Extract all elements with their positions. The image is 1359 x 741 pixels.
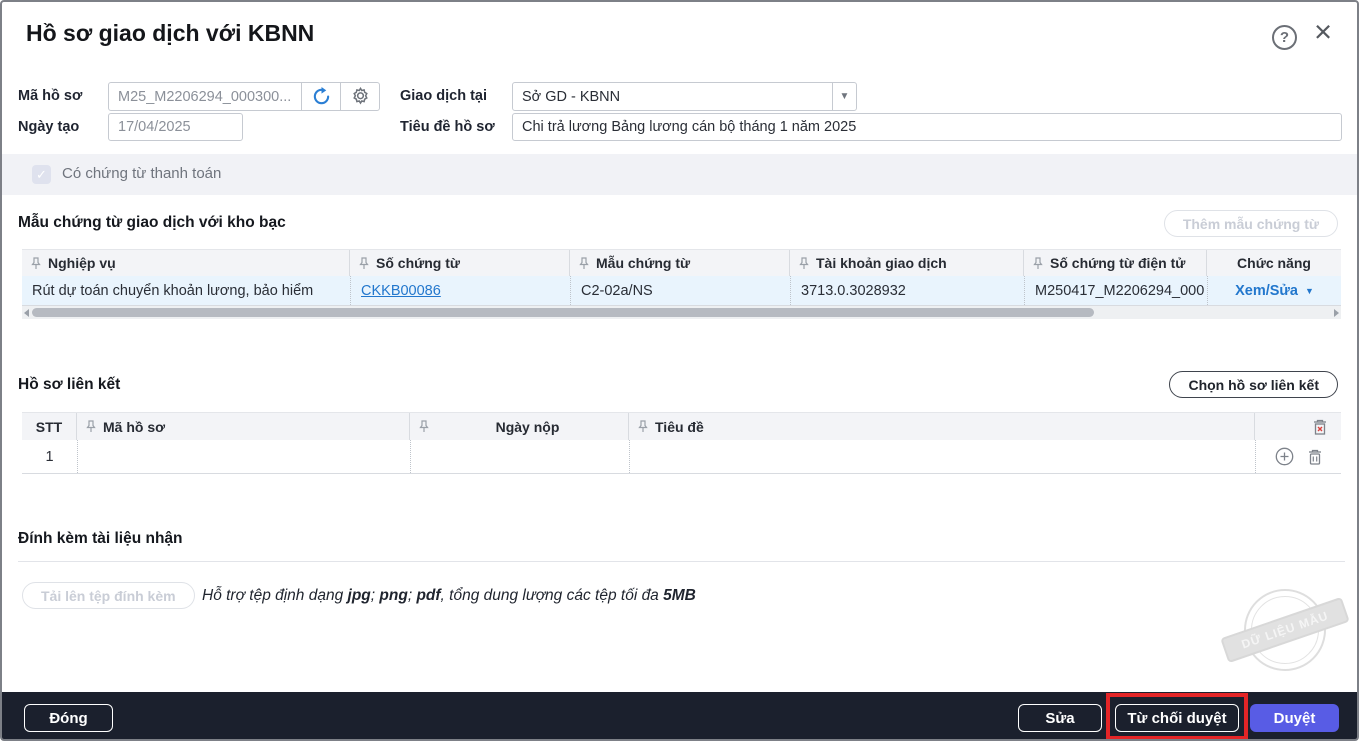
view-edit-menu[interactable]: Xem/Sửa ▼	[1235, 283, 1314, 299]
scroll-right-icon[interactable]	[1334, 309, 1339, 317]
ma-ho-so-field-group: M25_M2206294_000300...	[108, 82, 380, 111]
voucher-section-title: Mẫu chứng từ giao dịch với kho bạc	[18, 214, 286, 232]
ma-ho-so-label: Mã hồ sơ	[18, 88, 82, 104]
close-button[interactable]: Đóng	[24, 704, 113, 732]
linked-table: STT Mã hồ sơ Ngày nộp Tiêu đề 1	[22, 412, 1341, 474]
voucher-table: Nghiệp vụ Số chứng từ Mẫu chứng từ Tài k…	[22, 249, 1341, 306]
gear-icon[interactable]	[340, 83, 379, 110]
edit-button[interactable]: Sửa	[1018, 704, 1102, 732]
reject-button[interactable]: Từ chối duyệt	[1115, 704, 1239, 732]
col-so-chung-tu[interactable]: Số chứng từ	[350, 250, 570, 276]
transaction-file-dialog: Hồ sơ giao dịch với KBNN ? × Mã hồ sơ M2…	[0, 0, 1359, 741]
linked-section-title: Hồ sơ liên kết	[18, 376, 120, 394]
payment-voucher-checkbox-label: Có chứng từ thanh toán	[62, 165, 221, 182]
voucher-number-link[interactable]: CKKB00086	[361, 283, 441, 299]
cell-tieu-de	[629, 440, 1255, 473]
col-so-ct-dien-tu[interactable]: Số chứng từ điện tử	[1024, 250, 1207, 276]
help-icon[interactable]: ?	[1272, 25, 1297, 50]
voucher-table-row[interactable]: Rút dự toán chuyển khoản lương, bảo hiểm…	[22, 276, 1341, 306]
pin-icon[interactable]	[579, 257, 589, 270]
pin-icon[interactable]	[86, 420, 96, 433]
pin-icon[interactable]	[359, 257, 369, 270]
add-voucher-button[interactable]: Thêm mẫu chứng từ	[1164, 210, 1338, 237]
linked-table-header: STT Mã hồ sơ Ngày nộp Tiêu đề	[22, 412, 1341, 440]
pin-icon[interactable]	[799, 257, 809, 270]
cell-ngay-nop	[410, 440, 629, 473]
footer-bar: Đóng Sửa Từ chối duyệt Duyệt	[2, 692, 1357, 741]
sample-data-stamp: DỮ LIỆU MẪU	[1235, 585, 1335, 677]
attachment-hint: Hỗ trợ tệp định dạng jpg; png; pdf, tổng…	[202, 587, 696, 605]
payment-voucher-band: ✓ Có chứng từ thanh toán	[2, 154, 1357, 195]
cell-ma-ho-so	[77, 440, 410, 473]
col-ngay-nop[interactable]: Ngày nộp	[410, 413, 629, 440]
tieu-de-ho-so-input[interactable]: Chi trả lương Bảng lương cán bộ tháng 1 …	[512, 113, 1342, 141]
ma-ho-so-input[interactable]: M25_M2206294_000300...	[109, 89, 301, 105]
close-icon[interactable]: ×	[1314, 16, 1332, 47]
scroll-left-icon[interactable]	[24, 309, 29, 317]
cell-mau-chung-tu: C2-02a/NS	[570, 276, 790, 305]
col-actions	[1255, 413, 1341, 440]
cell-tai-khoan: 3713.0.3028932	[790, 276, 1024, 305]
col-ma-ho-so[interactable]: Mã hồ sơ	[77, 413, 410, 440]
delete-all-icon[interactable]	[1312, 418, 1328, 436]
col-tieu-de[interactable]: Tiêu đề	[629, 413, 1255, 440]
refresh-icon[interactable]	[301, 83, 340, 110]
horizontal-scrollbar[interactable]	[22, 306, 1341, 319]
pin-icon[interactable]	[31, 257, 41, 270]
approve-button[interactable]: Duyệt	[1250, 704, 1339, 732]
chevron-down-icon: ▼	[1305, 286, 1314, 296]
col-tai-khoan[interactable]: Tài khoản giao dịch	[790, 250, 1024, 276]
scrollbar-thumb[interactable]	[32, 308, 1094, 317]
tieu-de-ho-so-label: Tiêu đề hồ sơ	[400, 119, 495, 135]
add-row-icon[interactable]	[1275, 447, 1294, 466]
trash-icon[interactable]	[1307, 448, 1323, 466]
sample-data-stamp-label: DỮ LIỆU MẪU	[1220, 597, 1349, 663]
section-divider	[18, 561, 1345, 562]
pin-icon[interactable]	[419, 420, 429, 433]
chevron-down-icon[interactable]: ▼	[832, 83, 856, 110]
cell-chuc-nang: Xem/Sửa ▼	[1207, 276, 1341, 305]
col-chuc-nang: Chức năng	[1207, 250, 1341, 276]
cell-nghiep-vu: Rút dự toán chuyển khoản lương, bảo hiểm	[22, 276, 350, 305]
upload-attachment-button[interactable]: Tải lên tệp đính kèm	[22, 582, 195, 609]
attachment-section-title: Đính kèm tài liệu nhận	[18, 530, 183, 548]
page-title: Hồ sơ giao dịch với KBNN	[26, 20, 314, 47]
pin-icon[interactable]	[638, 420, 648, 433]
cell-so-chung-tu: CKKB00086	[350, 276, 570, 305]
cell-stt: 1	[22, 440, 77, 473]
giao-dich-tai-select[interactable]: Sở GD - KBNN ▼	[512, 82, 857, 111]
cell-so-ct-dien-tu: M250417_M2206294_000	[1024, 276, 1207, 305]
pin-icon[interactable]	[1033, 257, 1043, 270]
choose-linked-file-button[interactable]: Chọn hồ sơ liên kết	[1169, 371, 1338, 398]
linked-table-row[interactable]: 1	[22, 440, 1341, 474]
giao-dich-tai-value: Sở GD - KBNN	[513, 89, 832, 105]
cell-actions	[1255, 440, 1341, 473]
payment-voucher-checkbox[interactable]: ✓	[32, 165, 51, 184]
col-stt: STT	[22, 413, 77, 440]
ngay-tao-label: Ngày tạo	[18, 119, 79, 135]
giao-dich-tai-label: Giao dịch tại	[400, 88, 487, 104]
col-mau-chung-tu[interactable]: Mẫu chứng từ	[570, 250, 790, 276]
col-nghiep-vu[interactable]: Nghiệp vụ	[22, 250, 350, 276]
ngay-tao-input[interactable]: 17/04/2025	[108, 113, 243, 141]
voucher-table-header: Nghiệp vụ Số chứng từ Mẫu chứng từ Tài k…	[22, 249, 1341, 276]
